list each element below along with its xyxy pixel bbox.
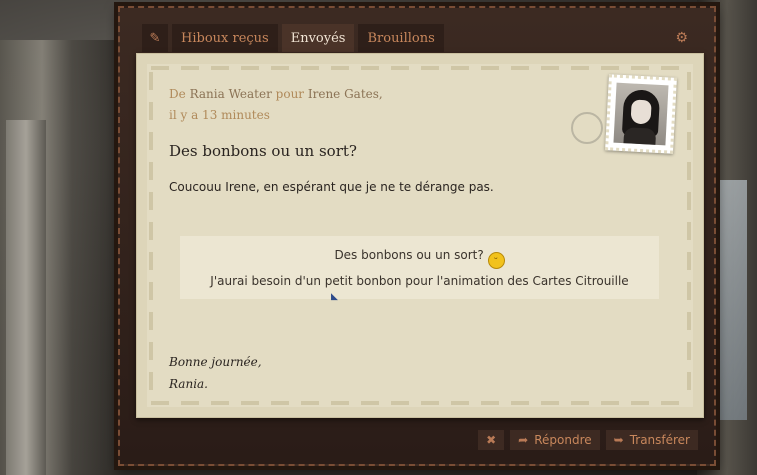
avatar-stamp[interactable] xyxy=(605,74,677,154)
from-prefix: De xyxy=(169,87,186,101)
letter-greeting: Coucouu Irene, en espérant que je ne te … xyxy=(169,180,494,194)
letter-subject: Des bonbons ou un sort? xyxy=(169,142,357,160)
closing-line-2: Rania. xyxy=(169,377,208,391)
quote-line-1: Des bonbons ou un sort? xyxy=(334,248,484,262)
grin-emoji-icon: ᵕ xyxy=(487,252,505,269)
pencil-icon: ✎ xyxy=(149,30,161,46)
forward-label: Transférer xyxy=(629,433,690,447)
tab-bar: ✎ Hiboux reçus Envoyés Brouillons xyxy=(142,24,448,52)
forward-icon: ➥ xyxy=(613,433,624,447)
border-dash xyxy=(149,72,153,399)
reply-label: Répondre xyxy=(534,433,592,447)
border-dash xyxy=(687,72,691,399)
compose-button[interactable]: ✎ xyxy=(142,24,168,52)
background-column xyxy=(6,120,46,475)
avatar-body xyxy=(623,127,657,146)
forward-button[interactable]: ➥ Transférer xyxy=(605,430,698,450)
closing-line-1: Bonne journée, xyxy=(169,355,262,369)
letter-meta: De Rania Weater pour Irene Gates, il y a… xyxy=(169,84,383,126)
reply-button[interactable]: ➦ Répondre xyxy=(510,430,600,450)
to-prefix: pour xyxy=(275,87,305,101)
border-dash xyxy=(151,66,689,70)
sender-name[interactable]: Rania Weater xyxy=(190,87,272,101)
quote-line-2: J'aurai besoin d'un petit bonbon pour l'… xyxy=(210,274,629,288)
reply-icon: ➦ xyxy=(518,433,529,447)
quote-block: Des bonbons ou un sort? ᵕ J'aurai besoin… xyxy=(180,236,659,299)
tab-received[interactable]: Hiboux reçus xyxy=(172,24,278,52)
gear-icon[interactable]: ⚙ xyxy=(675,30,688,46)
letter-actions: ✖ ➦ Répondre ➥ Transférer xyxy=(478,430,698,450)
avatar xyxy=(613,82,669,146)
tab-drafts[interactable]: Brouillons xyxy=(358,24,444,52)
stamp-area xyxy=(571,74,677,154)
tab-sent[interactable]: Envoyés xyxy=(281,24,355,52)
letter-time: il y a 13 minutes xyxy=(169,108,270,122)
signature: Bonne journée, Rania. xyxy=(169,351,262,395)
recipient-name[interactable]: Irene Gates, xyxy=(308,87,383,101)
cursor-icon: ◣ xyxy=(331,292,338,302)
owl-mail-panel: ✎ Hiboux reçus Envoyés Brouillons ⚙ De R… xyxy=(118,6,716,466)
delete-button[interactable]: ✖ xyxy=(478,430,505,450)
postmark-icon xyxy=(571,112,603,144)
letter-card: De Rania Weater pour Irene Gates, il y a… xyxy=(136,53,704,418)
close-icon: ✖ xyxy=(486,433,497,447)
border-dash xyxy=(151,401,689,405)
